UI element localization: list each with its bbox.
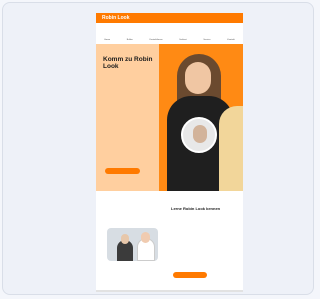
preview-frame: Robin Look Home Brillen Kontaktlinsen Se… xyxy=(2,2,314,295)
page-preview: Robin Look Home Brillen Kontaktlinsen Se… xyxy=(96,13,243,292)
nav-item-kontaktlinsen[interactable]: Kontaktlinsen xyxy=(150,39,163,41)
nav-item-service[interactable]: Service xyxy=(203,39,210,41)
hero-cta-button[interactable] xyxy=(105,168,140,174)
about-title: Lerne Robin Look kennen xyxy=(171,206,221,211)
nav-item-brillen[interactable]: Brillen xyxy=(127,39,133,41)
hero-text-panel: Komm zu Robin Look xyxy=(96,44,159,191)
footer xyxy=(96,290,243,292)
nav-item-home[interactable]: Home xyxy=(104,39,110,41)
hero-title: Komm zu Robin Look xyxy=(103,56,153,70)
logo[interactable]: Robin Look xyxy=(102,15,130,21)
top-bar: Robin Look xyxy=(96,13,243,23)
hero-section: Komm zu Robin Look xyxy=(96,44,243,191)
about-cta-button[interactable] xyxy=(173,272,207,278)
about-section: Lerne Robin Look kennen xyxy=(96,191,243,292)
nav-item-kontakt[interactable]: Kontakt xyxy=(227,39,234,41)
hand-mirror xyxy=(181,117,217,153)
about-image xyxy=(107,228,158,261)
nav-item-sehtest[interactable]: Sehtest xyxy=(179,39,186,41)
hero-image xyxy=(159,44,243,191)
